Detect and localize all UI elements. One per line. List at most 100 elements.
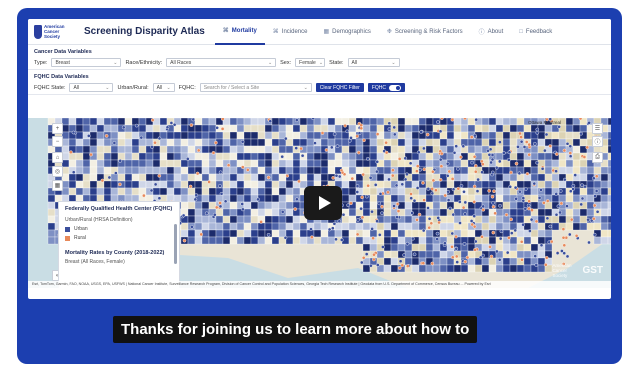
county-cell — [523, 131, 532, 140]
county-cell — [488, 264, 497, 273]
tab-feedback[interactable]: □ Feedback — [511, 19, 560, 45]
fqhc-site-marker — [527, 199, 531, 203]
tab-incidence[interactable]: ⌘ Incidence — [265, 19, 316, 45]
legend-scrollbar[interactable] — [174, 224, 177, 264]
play-button[interactable] — [304, 186, 342, 220]
county-cell — [271, 180, 280, 189]
county-cell — [383, 194, 392, 203]
fqhc-toggle[interactable]: FQHC — [367, 83, 405, 92]
county-cell — [47, 229, 56, 238]
fqhc-site-marker — [150, 145, 154, 149]
county-cell — [544, 187, 553, 196]
sex-value: Female — [299, 59, 316, 66]
fqhc-site-marker — [285, 174, 290, 178]
fqhc-site-marker — [549, 239, 554, 244]
zoom-out-button[interactable]: − — [52, 136, 63, 147]
county-cell — [243, 159, 252, 168]
county-cell — [201, 138, 210, 147]
fqhc-site-marker — [593, 194, 597, 198]
layers-icon[interactable]: ☰ — [592, 123, 603, 134]
urban-rural-select[interactable]: All ⌄ — [152, 83, 175, 92]
fqhc-site-marker — [463, 200, 468, 205]
fqhc-site-marker — [438, 178, 443, 182]
video-player[interactable]: American Cancer Society Screening Dispar… — [28, 19, 611, 299]
fqhc-site-marker — [472, 155, 477, 159]
fqhc-site-marker — [181, 213, 186, 218]
fqhc-site-marker — [527, 206, 531, 211]
fqhc-site-marker — [324, 148, 329, 152]
fqhc-site-marker — [412, 198, 417, 203]
race-select[interactable]: All Races ⌄ — [166, 58, 277, 67]
county-cell — [565, 208, 574, 217]
county-cell — [215, 208, 224, 217]
fqhc-site-marker — [426, 206, 430, 210]
county-cell — [607, 222, 611, 231]
fqhc-state-select[interactable]: All ⌄ — [69, 83, 114, 92]
fqhc-site-marker — [508, 185, 513, 189]
tab-mortality[interactable]: ⌘ Mortality — [214, 19, 265, 45]
fqhc-site-marker — [378, 192, 383, 196]
county-cell — [173, 159, 182, 168]
home-icon[interactable]: ⌂ — [52, 152, 63, 163]
county-cell — [383, 131, 392, 140]
clear-fqhc-filter-button[interactable]: Clear FQHC Filter — [315, 83, 364, 92]
county-cell — [544, 166, 553, 175]
county-cell — [551, 173, 560, 182]
fqhc-site-marker — [218, 184, 222, 188]
fqhc-site-marker — [436, 120, 440, 124]
fqhc-site-marker — [172, 122, 177, 127]
fqhc-site-marker — [364, 194, 369, 199]
county-cell — [579, 166, 588, 175]
county-cell — [516, 118, 525, 126]
sex-select[interactable]: Female ⌄ — [295, 58, 326, 67]
county-cell — [502, 131, 511, 140]
county-cell — [257, 152, 266, 161]
county-cell — [495, 208, 504, 217]
fqhc-site-marker — [524, 140, 529, 144]
county-cell — [467, 264, 476, 273]
county-cell — [208, 194, 217, 203]
county-cell — [103, 187, 112, 196]
county-cell — [369, 145, 378, 154]
county-cell — [481, 124, 490, 133]
fqhc-site-marker — [421, 228, 426, 233]
county-cell — [474, 215, 483, 224]
print-icon[interactable]: ⎙ — [592, 152, 603, 163]
county-cell — [117, 173, 126, 182]
tab-screening[interactable]: ❉ Screening & Risk Factors — [379, 19, 471, 45]
fqhc-site-marker — [118, 182, 122, 187]
county-cell — [474, 145, 483, 154]
county-cell — [460, 131, 469, 140]
county-cell — [453, 180, 462, 189]
county-cell — [180, 173, 189, 182]
basemap-icon[interactable]: ▦ — [52, 180, 63, 191]
zoom-in-button[interactable]: + — [52, 123, 63, 134]
type-select[interactable]: Breast ⌄ — [51, 58, 122, 67]
county-cell — [180, 194, 189, 203]
type-label: Type: — [34, 59, 48, 66]
county-cell — [509, 208, 518, 217]
county-cell — [292, 166, 301, 175]
fqhc-search-input[interactable]: Search for / Select a Site ⌄ — [199, 83, 312, 92]
county-cell — [187, 215, 196, 224]
fqhc-site-marker — [240, 165, 245, 169]
fqhc-site-marker — [529, 217, 534, 222]
county-cell — [264, 145, 273, 154]
county-cell — [551, 138, 560, 147]
tab-about[interactable]: ⓘ About — [471, 19, 512, 45]
locate-icon[interactable]: ◎ — [52, 166, 63, 177]
tab-demographics[interactable]: ▦ Demographics — [315, 19, 378, 45]
state-select[interactable]: All ⌄ — [347, 58, 400, 67]
fqhc-site-marker — [349, 201, 353, 205]
fqhc-site-marker — [415, 169, 419, 173]
county-cell — [572, 152, 581, 161]
info-icon[interactable]: ⓘ — [592, 136, 603, 147]
county-cell — [516, 264, 525, 273]
county-cell — [96, 152, 105, 161]
fqhc-site-marker — [71, 130, 76, 135]
county-cell — [446, 138, 455, 147]
county-cell — [390, 145, 399, 154]
county-cell — [348, 159, 357, 168]
county-cell — [586, 222, 595, 231]
county-cell — [607, 236, 611, 245]
